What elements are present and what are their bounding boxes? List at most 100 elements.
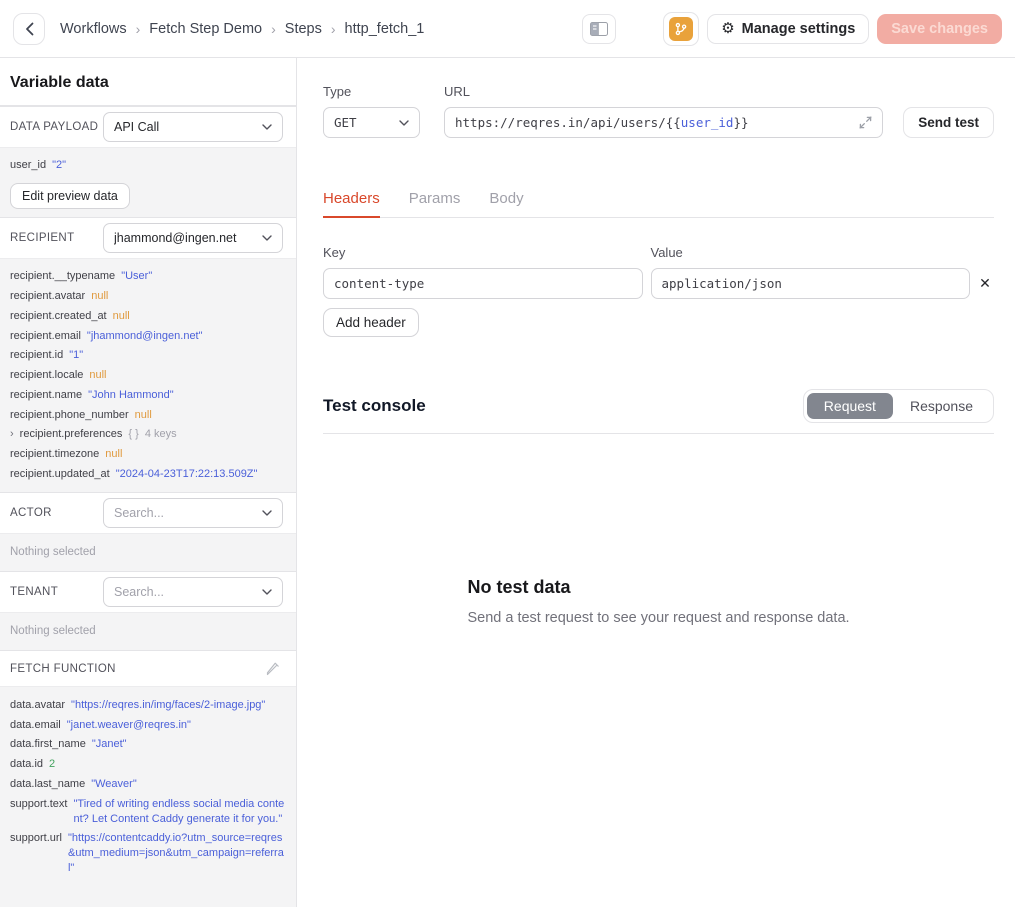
sidebar-toggle-button[interactable]: [582, 14, 616, 44]
variable-key: data.first_name: [10, 737, 86, 752]
variable-value: null: [91, 289, 108, 304]
variable-key: support.text: [10, 797, 67, 812]
variable-row: › data.id 2: [10, 755, 288, 775]
chevron-down-icon: [262, 589, 272, 595]
chevron-down-icon: [262, 510, 272, 516]
breadcrumb-separator: ›: [331, 21, 336, 37]
recipient-label: RECIPIENT: [10, 232, 74, 244]
variable-row: › recipient.avatar null: [10, 287, 288, 307]
workflow-step-editor: Workflows › Fetch Step Demo › Steps › ht…: [0, 0, 1015, 907]
variable-row: › support.text "Tired of writing endless…: [10, 794, 288, 829]
test-console-title: Test console: [323, 396, 426, 416]
variable-value: "Weaver": [91, 777, 137, 792]
variable-key: recipient.timezone: [10, 447, 99, 462]
breadcrumb-step-name: http_fetch_1: [345, 21, 425, 37]
data-payload-select[interactable]: API Call: [103, 112, 283, 142]
variable-value: "John Hammond": [88, 388, 173, 403]
empty-state-subtitle: Send a test request to see your request …: [467, 610, 849, 626]
recipient-selected-value: jhammond@ingen.net: [114, 231, 256, 245]
variable-row: › support.url "https://contentcaddy.io?u…: [10, 829, 288, 879]
breadcrumb-steps[interactable]: Steps: [285, 21, 322, 37]
toggle-request[interactable]: Request: [807, 393, 893, 419]
expand-icon: [859, 116, 872, 129]
breadcrumb-separator: ›: [271, 21, 276, 37]
variable-data-sidebar: Variable data DATA PAYLOAD API Call › us…: [0, 58, 297, 907]
send-test-button[interactable]: Send test: [903, 107, 994, 138]
header-key-input[interactable]: [323, 268, 643, 299]
variable-row: › recipient.name "John Hammond": [10, 385, 288, 405]
variable-value: null: [135, 408, 152, 423]
variable-key: data.email: [10, 718, 61, 733]
toggle-response[interactable]: Response: [893, 393, 990, 419]
gear-icon: ⚙: [721, 21, 734, 36]
recipient-select[interactable]: jhammond@ingen.net: [103, 223, 283, 253]
url-label: URL: [444, 84, 883, 99]
actor-section-header: ACTOR Search...: [0, 492, 296, 533]
variable-key: recipient.created_at: [10, 309, 107, 324]
remove-header-button[interactable]: ✕: [970, 275, 994, 292]
variable-row: › recipient.created_at null: [10, 306, 288, 326]
variable-row: › recipient.email "jhammond@ingen.net": [10, 326, 288, 346]
actor-empty-state: Nothing selected: [0, 533, 296, 571]
fetch-function-label: FETCH FUNCTION: [10, 663, 116, 675]
variable-meta: 4 keys: [145, 427, 177, 442]
content-area: Variable data DATA PAYLOAD API Call › us…: [0, 58, 1015, 907]
expand-chevron-icon[interactable]: ›: [10, 427, 14, 442]
tab-params[interactable]: Params: [409, 190, 461, 218]
variable-value: "1": [69, 348, 83, 363]
recipient-section-header: RECIPIENT jhammond@ingen.net: [0, 217, 296, 258]
variable-key: recipient.updated_at: [10, 467, 110, 482]
variable-key: recipient.name: [10, 388, 82, 403]
chevron-left-icon: [25, 22, 34, 36]
variable-value: "https://reqres.in/img/faces/2-image.jpg…: [71, 698, 265, 713]
actor-search-select[interactable]: Search...: [103, 498, 283, 528]
save-changes-button[interactable]: Save changes: [877, 14, 1002, 44]
request-tabs: Headers Params Body: [323, 190, 994, 218]
variable-key: recipient.__typename: [10, 269, 115, 284]
edit-preview-data-button[interactable]: Edit preview data: [10, 183, 130, 209]
workflow-version-button[interactable]: [663, 12, 699, 46]
variable-row: › recipient.locale null: [10, 366, 288, 386]
variable-value: "2": [52, 158, 66, 173]
variable-value: "Tired of writing endless social media c…: [73, 797, 288, 827]
header-value-input[interactable]: [651, 268, 971, 299]
expand-url-button[interactable]: [851, 116, 872, 129]
actor-search-placeholder: Search...: [114, 506, 256, 520]
variable-value: null: [89, 368, 106, 383]
tenant-search-select[interactable]: Search...: [103, 577, 283, 607]
tenant-section-header: TENANT Search...: [0, 571, 296, 612]
url-input[interactable]: https://reqres.in/api/users/{{user_id}}: [444, 107, 883, 138]
variable-key: data.last_name: [10, 777, 85, 792]
variable-value: null: [113, 309, 130, 324]
tenant-empty-state: Nothing selected: [0, 612, 296, 650]
variable-value: "User": [121, 269, 152, 284]
variable-key: recipient.avatar: [10, 289, 85, 304]
request-response-toggle: Request Response: [803, 389, 994, 423]
panel-layout-icon: [590, 22, 608, 36]
variable-value: 2: [49, 757, 55, 772]
breadcrumb-workflows[interactable]: Workflows: [60, 21, 127, 37]
breadcrumb: Workflows › Fetch Step Demo › Steps › ht…: [60, 21, 424, 37]
variable-row: › user_id "2": [10, 156, 288, 176]
breadcrumb-workflow-name[interactable]: Fetch Step Demo: [149, 21, 262, 37]
chevron-down-icon: [399, 120, 409, 126]
http-method-select[interactable]: GET: [323, 107, 420, 138]
breadcrumb-separator: ›: [136, 21, 141, 37]
variable-key: user_id: [10, 158, 46, 173]
variable-value: "janet.weaver@reqres.in": [67, 718, 191, 733]
top-bar: Workflows › Fetch Step Demo › Steps › ht…: [0, 0, 1015, 58]
variable-key: data.id: [10, 757, 43, 772]
value-label: Value: [651, 245, 971, 260]
top-bar-actions: ⚙ Manage settings Save changes: [663, 12, 1002, 46]
data-payload-selected-value: API Call: [114, 120, 256, 134]
tab-headers[interactable]: Headers: [323, 190, 380, 218]
manage-settings-button[interactable]: ⚙ Manage settings: [707, 14, 869, 44]
tab-body[interactable]: Body: [489, 190, 523, 218]
test-console-header: Test console Request Response: [323, 389, 994, 434]
variable-value: "2024-04-23T17:22:13.509Z": [116, 467, 258, 482]
edit-fetch-function-button[interactable]: [263, 659, 283, 679]
add-header-button[interactable]: Add header: [323, 308, 419, 337]
git-branch-icon: [669, 17, 693, 41]
fetch-function-section-header: FETCH FUNCTION: [0, 650, 296, 686]
back-button[interactable]: [13, 13, 45, 45]
